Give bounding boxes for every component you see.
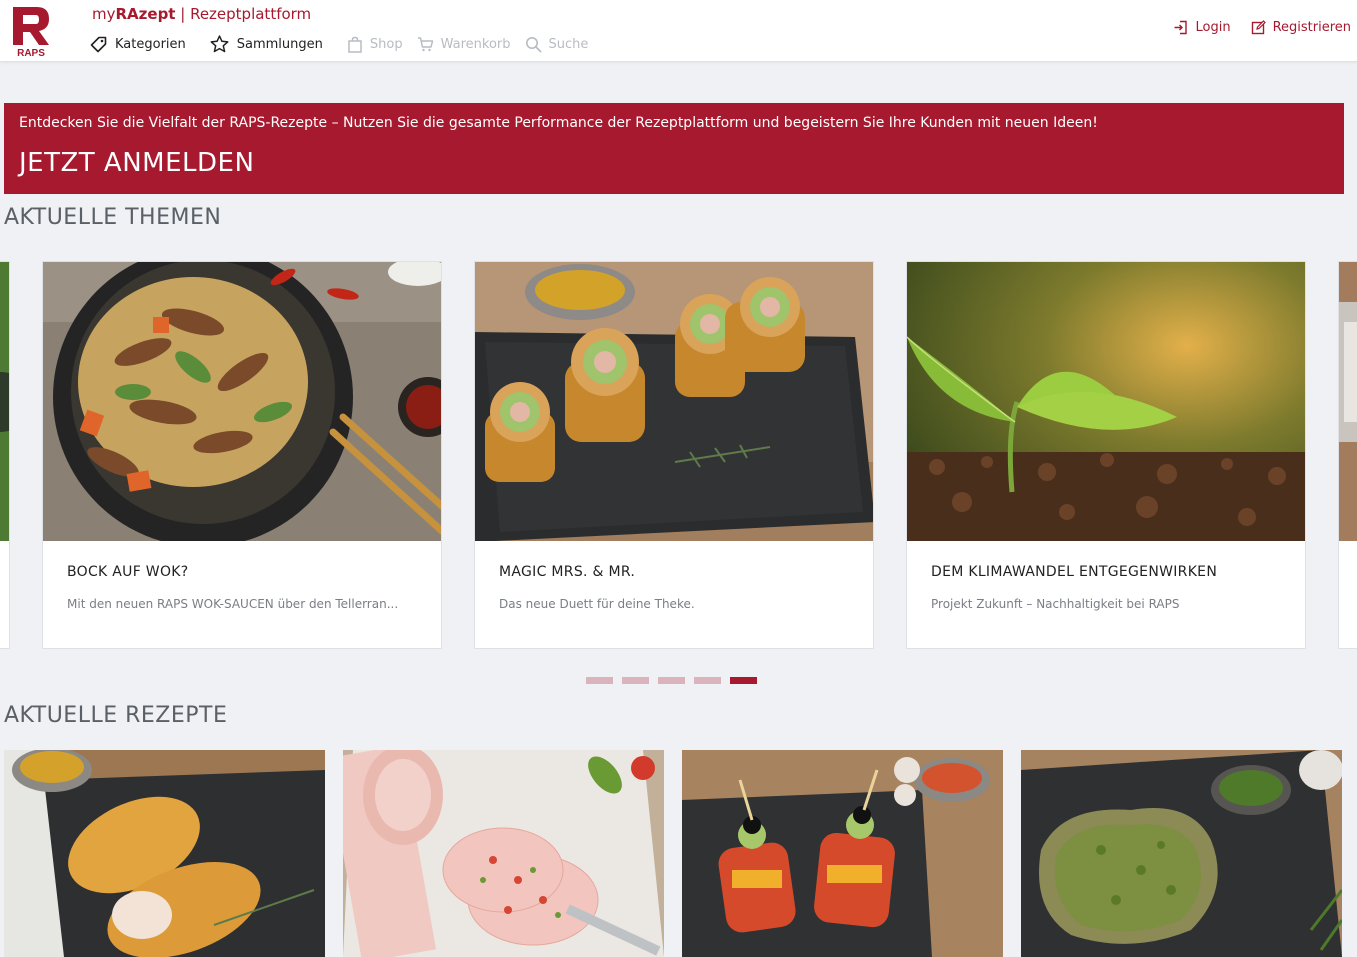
recipe-card[interactable] [1021,750,1342,957]
recipe-image [343,750,664,957]
theme-card-title: MAGIC MRS. & MR. [499,564,636,580]
theme-card-magic-image [475,262,873,541]
main-nav: Kategorien Sammlungen Shop Warenkorb Suc… [90,35,602,53]
banner-text: Entdecken Sie die Vielfalt der RAPS-Reze… [19,115,1098,131]
login-label: Login [1195,20,1231,35]
theme-card-wok[interactable]: BOCK AUF WOK? Mit den neuen RAPS WOK-SAU… [42,261,442,649]
nav-shop-label: Shop [369,36,403,52]
recipe-image [4,750,325,957]
theme-card-prev-image [0,262,9,541]
pager-dot[interactable] [658,677,685,684]
cart-icon [417,37,433,52]
theme-card-subtitle: Mit den neuen RAPS WOK-SAUCEN über den T… [67,597,399,611]
login-icon [1174,20,1188,35]
shopping-bag-icon [348,36,362,53]
recipe-image [682,750,1003,957]
register-link[interactable]: Registrieren [1251,20,1351,35]
pager-dot-active[interactable] [730,677,757,684]
raps-logo[interactable]: RAPS [9,5,53,59]
pager-dot[interactable] [694,677,721,684]
recipe-card[interactable] [682,750,1003,957]
nav-shop[interactable]: Shop [347,36,403,53]
tag-icon [90,36,107,52]
nav-suche-label: Suche [548,36,589,52]
recipe-image [1021,750,1342,957]
nav-kategorien-label: Kategorien [115,36,186,52]
theme-card-klima-image [907,262,1305,541]
carousel-pager [586,677,766,684]
recipes-heading: AKTUELLE REZEPTE [4,703,228,728]
nav-kategorien[interactable]: Kategorien [90,36,186,53]
nav-sammlungen-label: Sammlungen [236,36,323,52]
nav-warenkorb[interactable]: Warenkorb [417,36,511,52]
theme-card-klima[interactable]: DEM KLIMAWANDEL ENTGEGENWIRKEN Projekt Z… [906,261,1306,649]
auth-links: Login Registrieren [1153,20,1351,35]
theme-card-subtitle: Das neue Duett für deine Theke. [499,597,695,611]
theme-card-magic[interactable]: MAGIC MRS. & MR. Das neue Duett für dein… [474,261,874,649]
nav-warenkorb-label: Warenkorb [440,36,511,52]
recipe-card[interactable] [4,750,325,957]
theme-card-wok-image [43,262,441,541]
edit-icon [1251,20,1266,35]
theme-card-title: BOCK AUF WOK? [67,564,189,580]
pager-dot[interactable] [586,677,613,684]
site-header: RAPS myRAzept | Rezeptplattform Kategori… [0,0,1357,62]
signup-banner[interactable]: Entdecken Sie die Vielfalt der RAPS-Reze… [4,103,1344,194]
theme-card-next-image [1339,262,1357,541]
register-label: Registrieren [1272,20,1351,35]
nav-sammlungen[interactable]: Sammlungen [210,35,323,53]
nav-suche[interactable]: Suche [525,36,589,53]
login-link[interactable]: Login [1173,20,1231,35]
svg-text:RAPS: RAPS [17,48,45,57]
brand-title[interactable]: myRAzept | Rezeptplattform [92,5,311,23]
search-icon [525,36,541,52]
theme-card-next-partial[interactable] [1338,261,1357,649]
pager-dot[interactable] [622,677,649,684]
theme-card-prev-partial[interactable] [0,261,10,649]
signup-cta[interactable]: JETZT ANMELDEN [19,148,254,178]
star-icon [210,35,229,53]
recipe-card[interactable] [343,750,664,957]
themes-heading: AKTUELLE THEMEN [4,205,222,230]
theme-card-title: DEM KLIMAWANDEL ENTGEGENWIRKEN [931,564,1218,580]
theme-card-subtitle: Projekt Zukunft – Nachhaltigkeit bei RAP… [931,597,1180,611]
